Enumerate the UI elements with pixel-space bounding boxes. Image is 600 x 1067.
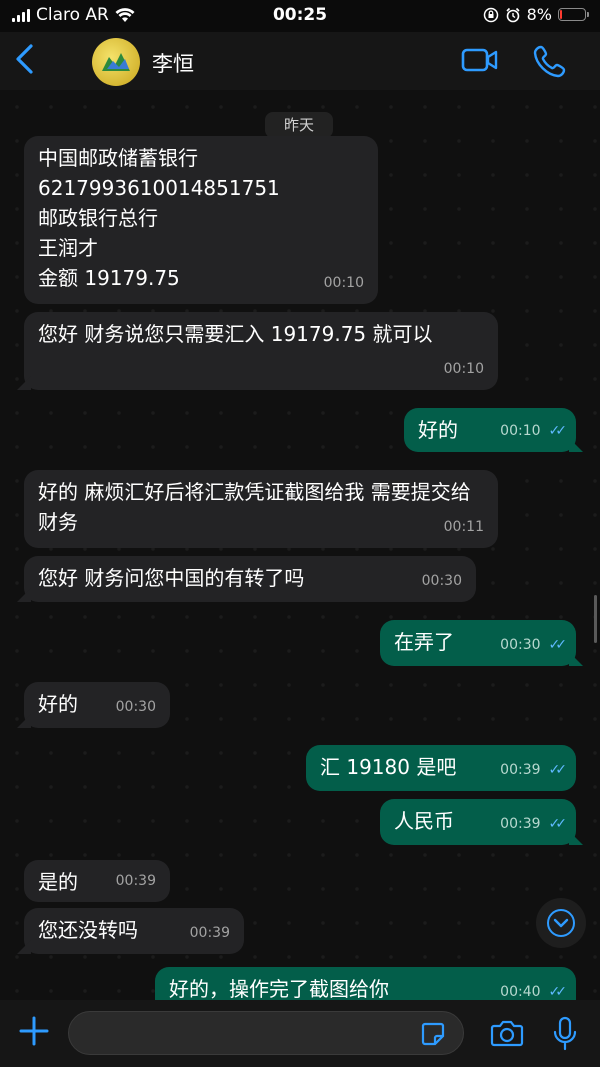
bubble-tail [17,376,31,390]
camera-icon[interactable] [490,1018,524,1048]
orientation-lock-icon [483,7,498,22]
read-receipt-icon: ✓✓ [548,762,568,778]
status-bar: Claro AR 00:25 8% [0,0,600,32]
message-meta: 00:39 [116,866,156,896]
message-text: 中国邮政储蓄银行 6217993610014851751 邮政银行总行 王润才 … [38,146,280,290]
avatar[interactable] [92,38,140,86]
contact-name[interactable]: 李恒 [152,48,194,78]
message-meta: 00:11 [444,512,484,542]
read-receipt-icon: ✓✓ [548,984,568,1000]
message-incoming[interactable]: 您好 财务说您只需要汇入 19179.75 就可以 00:10 [17,312,498,390]
message-meta: 00:10 [324,268,364,298]
phone-call-icon[interactable] [533,44,567,78]
message-meta: 00:10 [444,354,484,384]
sticker-icon[interactable] [420,1021,446,1047]
plus-icon[interactable] [18,1015,50,1047]
scroll-to-bottom-button[interactable] [536,898,586,948]
message-outgoing[interactable]: 在弄了 00:30 ✓✓ [380,620,583,666]
message-meta: 00:30 [116,692,156,722]
message-time: 00:30 [421,573,462,589]
input-bar [0,1000,600,1067]
message-time: 00:40 [500,984,541,1000]
bubble-tail [569,652,583,666]
bubble-tail [17,588,31,602]
status-right: 8% [483,5,589,24]
message-time: 00:39 [500,816,541,832]
message-incoming[interactable]: 您还没转吗 00:39 [17,908,244,954]
video-call-icon[interactable] [461,46,499,74]
message-text: 您好 财务说您只需要汇入 19179.75 就可以 [38,322,433,346]
message-time: 00:30 [500,637,541,653]
message-time: 00:11 [443,519,484,535]
message-time: 00:10 [500,423,541,439]
alarm-icon [506,7,520,22]
read-receipt-icon: ✓✓ [548,637,568,653]
battery-percent: 8% [526,5,552,24]
microphone-icon[interactable] [552,1016,578,1052]
message-incoming[interactable]: 中国邮政储蓄银行 6217993610014851751 邮政银行总行 王润才 … [24,136,378,304]
chevron-down-icon [547,909,575,937]
message-outgoing[interactable]: 好的 00:10 ✓✓ [404,408,583,452]
chat-header: 李恒 [0,32,600,90]
message-meta: 00:39 ✓✓ [500,755,568,785]
message-meta: 00:40 ✓✓ [500,977,568,1000]
message-meta: 00:30 [422,566,462,596]
message-outgoing[interactable]: 汇 19180 是吧 00:39 ✓✓ [306,745,576,791]
bubble-tail [17,714,31,728]
message-time: 00:10 [323,275,364,291]
message-meta: 00:10 ✓✓ [500,416,568,446]
message-text: 好的 麻烦汇好后将汇款凭证截图给我 需要提交给财务 [38,480,471,534]
scrollbar[interactable] [594,595,597,643]
message-incoming[interactable]: 您好 财务问您中国的有转了吗 00:30 [17,556,476,602]
bubble-tail [569,438,583,452]
read-receipt-icon: ✓✓ [548,423,568,439]
bubble-tail [17,940,31,954]
back-icon[interactable] [14,43,36,75]
message-text: 您好 财务问您中国的有转了吗 [38,566,305,590]
message-meta: 00:39 [190,918,230,948]
message-time: 00:39 [189,925,230,941]
bubble-tail [569,831,583,845]
date-chip: 昨天 [265,112,333,138]
message-outgoing[interactable]: 人民币 00:39 ✓✓ [380,799,583,845]
message-incoming[interactable]: 好的 麻烦汇好后将汇款凭证截图给我 需要提交给财务 00:11 [24,470,498,548]
battery-icon [558,8,589,21]
message-input[interactable] [68,1011,464,1055]
chat-area[interactable]: 昨天 中国邮政储蓄银行 6217993610014851751 邮政银行总行 王… [0,90,600,1000]
message-time: 00:39 [500,762,541,778]
message-outgoing[interactable]: 好的，操作完了截图给你 00:40 ✓✓ [155,967,576,1000]
message-incoming[interactable]: 好的 00:30 [17,682,170,728]
message-time: 00:39 [115,873,156,889]
message-meta: 00:39 ✓✓ [500,809,568,839]
message-time: 00:30 [115,699,156,715]
read-receipt-icon: ✓✓ [548,816,568,832]
battery-fill [560,10,562,19]
avatar-logo-icon [102,53,130,71]
message-time: 00:10 [443,361,484,377]
message-meta: 00:30 ✓✓ [500,630,568,660]
message-incoming[interactable]: 是的 00:39 [24,860,170,902]
